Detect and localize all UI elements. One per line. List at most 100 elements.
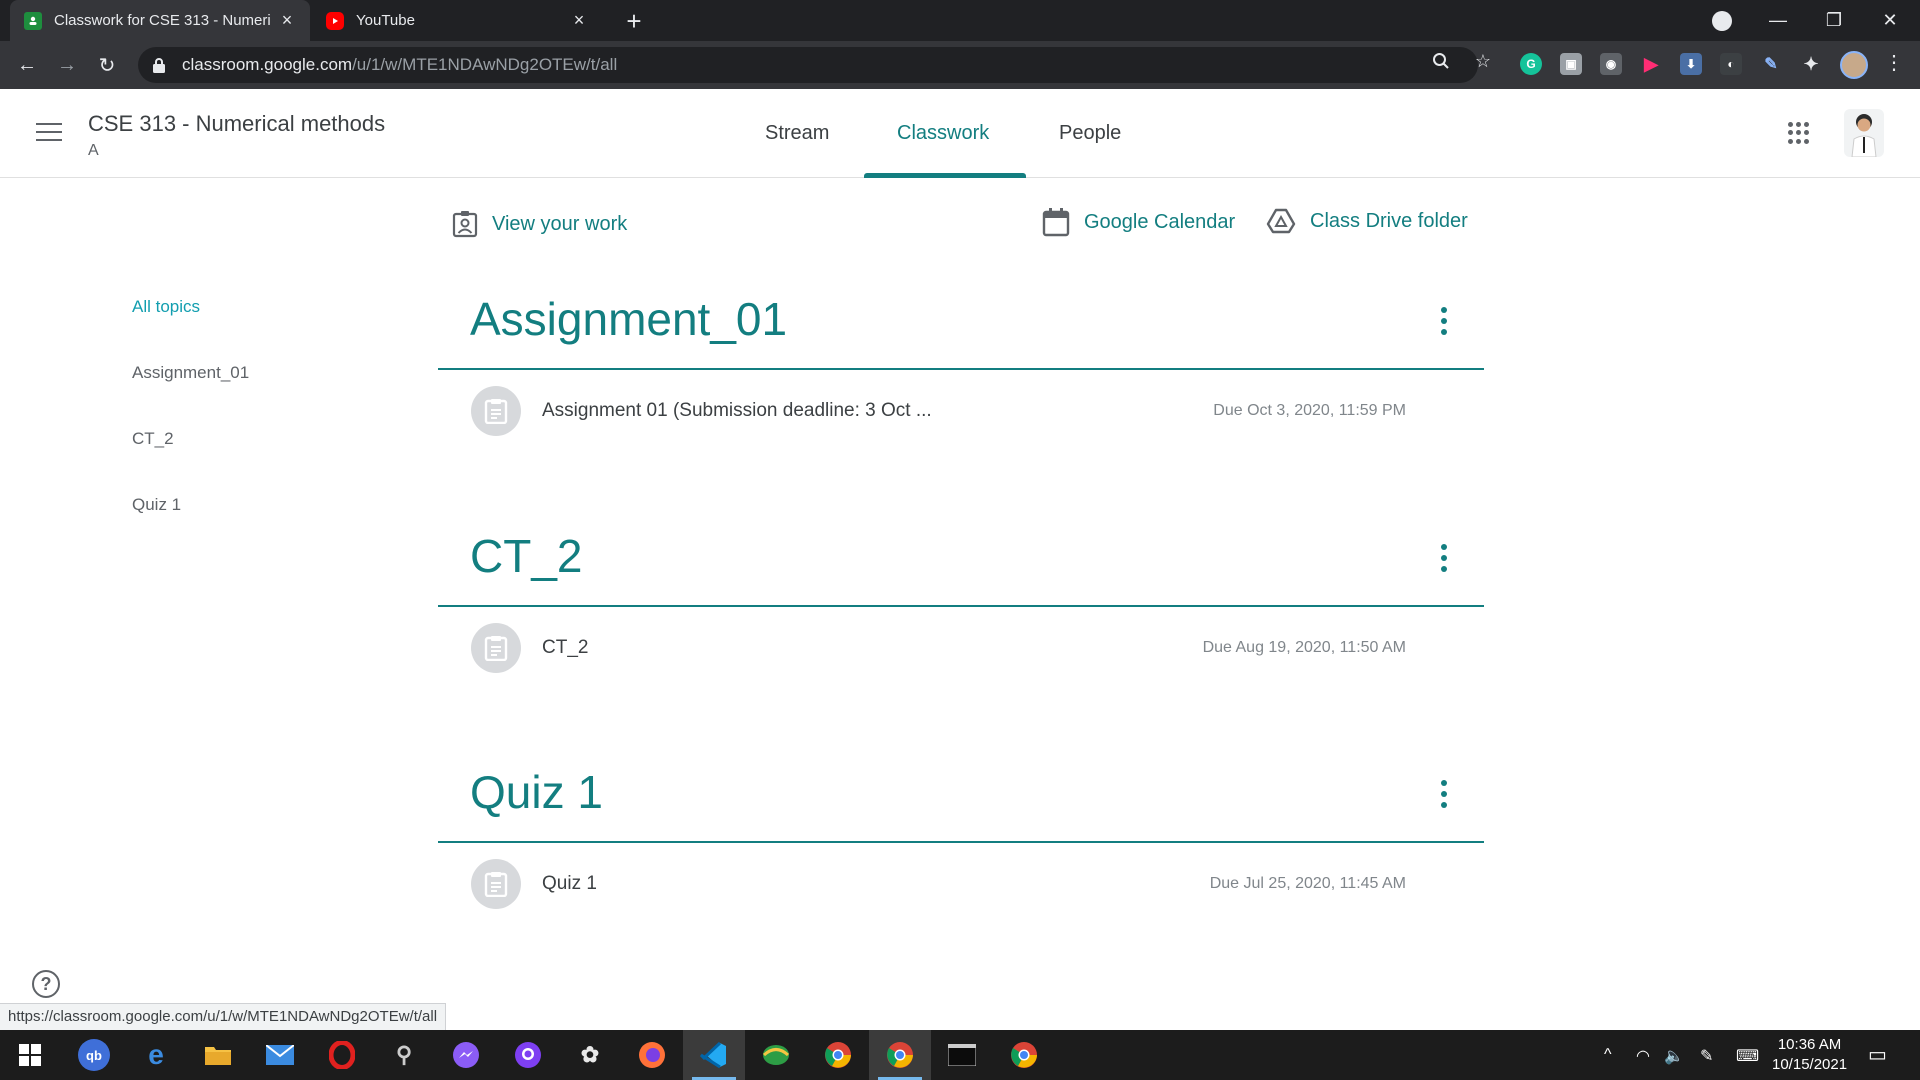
vscode-icon[interactable] — [698, 1039, 730, 1071]
new-tab-plus-icon[interactable]: + — [620, 8, 648, 36]
section-title[interactable]: Quiz 1 — [470, 765, 603, 819]
tab-classwork[interactable]: Classwork — [897, 122, 989, 145]
topic-quiz-1[interactable]: Quiz 1 — [132, 495, 181, 515]
google-apps-icon[interactable] — [1788, 122, 1810, 144]
close-tab-icon[interactable]: × — [278, 10, 296, 30]
main-menu-icon[interactable] — [36, 123, 62, 143]
tab-title: Classwork for CSE 313 - Numeric — [54, 12, 270, 29]
screenshot-extension-icon[interactable]: ▣ — [1560, 53, 1582, 75]
topic-all-topics[interactable]: All topics — [132, 297, 200, 317]
pen-workspace-icon[interactable]: ✎ — [1700, 1046, 1713, 1066]
download-extension-icon[interactable]: ⬇ — [1680, 53, 1702, 75]
topic-assignment-01[interactable]: Assignment_01 — [132, 363, 249, 383]
section-divider — [438, 841, 1484, 843]
extension-icon[interactable]: ◉ — [1600, 53, 1622, 75]
address-bar[interactable]: classroom.google.com/u/1/w/MTE1NDAwNDg2O… — [138, 47, 1478, 83]
edge-browser-icon[interactable]: e — [140, 1039, 172, 1071]
grammarly-icon[interactable]: G — [1520, 53, 1542, 75]
minimize-icon[interactable]: — — [1750, 0, 1806, 41]
item-due-date: Due Aug 19, 2020, 11:50 AM — [1202, 639, 1406, 656]
assignment-ind-icon — [452, 211, 478, 238]
section-title[interactable]: Assignment_01 — [470, 292, 787, 346]
browser-profile-avatar[interactable] — [1840, 51, 1868, 79]
restore-icon[interactable]: ❐ — [1806, 0, 1862, 41]
paint-app-icon[interactable]: ✿ — [574, 1039, 606, 1071]
globe-app-icon[interactable] — [760, 1039, 792, 1071]
google-calendar-link[interactable]: Google Calendar — [1042, 207, 1235, 237]
messenger-icon[interactable] — [450, 1039, 482, 1071]
class-drive-folder-label: Class Drive folder — [1310, 209, 1468, 232]
more-options-icon[interactable] — [1438, 780, 1450, 808]
clock-date: 10/15/2021 — [1772, 1056, 1848, 1073]
terminal-icon[interactable] — [946, 1039, 978, 1071]
tab-youtube[interactable]: YouTube × — [312, 0, 602, 41]
classroom-header: CSE 313 - Numerical methods A Stream Cla… — [0, 89, 1920, 178]
windows-start-icon[interactable] — [14, 1039, 46, 1071]
section-divider — [438, 605, 1484, 607]
touch-keyboard-icon[interactable]: ⌨ — [1736, 1046, 1759, 1066]
network-icon[interactable]: ◠ — [1636, 1046, 1650, 1066]
lock-icon — [153, 58, 165, 73]
link-status-bubble: https://classroom.google.com/u/1/w/MTE1N… — [0, 1003, 447, 1031]
youtube-favicon-icon — [326, 11, 344, 30]
browser-menu-icon[interactable]: ⋮ — [1884, 53, 1904, 73]
help-icon[interactable]: ? — [32, 970, 60, 998]
quickbooks-icon[interactable]: qb — [78, 1039, 110, 1071]
forward-arrow-icon[interactable]: → — [52, 50, 82, 80]
active-tab-indicator — [864, 173, 1026, 178]
view-your-work-link[interactable]: View your work — [452, 210, 627, 238]
chrome-icon[interactable] — [884, 1039, 916, 1071]
item-due-date: Due Jul 25, 2020, 11:45 AM — [1209, 875, 1406, 892]
section-title[interactable]: CT_2 — [470, 529, 582, 583]
tab-stream[interactable]: Stream — [765, 122, 829, 145]
browser-tab-strip: Classwork for CSE 313 - Numeric × YouTub… — [0, 0, 1920, 41]
show-hidden-icons-icon[interactable]: ^ — [1604, 1046, 1612, 1064]
assignment-icon — [471, 623, 521, 673]
tab-search-icon[interactable] — [1712, 11, 1732, 31]
bookmark-star-icon[interactable]: ☆ — [1472, 50, 1494, 72]
user-avatar[interactable] — [1844, 109, 1884, 157]
extensions-puzzle-icon[interactable]: ✦ — [1800, 53, 1822, 75]
tab-classroom[interactable]: Classwork for CSE 313 - Numeric × — [10, 0, 310, 41]
item-title: Assignment 01 (Submission deadline: 3 Oc… — [542, 400, 932, 421]
course-section: A — [88, 142, 99, 159]
zoom-icon[interactable] — [1430, 50, 1452, 72]
window-close-icon[interactable]: ✕ — [1862, 0, 1918, 41]
pen-extension-icon[interactable]: ✎ — [1760, 53, 1782, 75]
section-divider — [438, 368, 1484, 370]
chrome-profile-icon[interactable] — [822, 1039, 854, 1071]
browser-toolbar: ← → ↻ classroom.google.com/u/1/w/MTE1NDA… — [0, 41, 1920, 89]
clock-time: 10:36 AM — [1777, 1036, 1842, 1053]
github-desktop-icon[interactable] — [512, 1039, 544, 1071]
firefox-icon[interactable] — [636, 1039, 668, 1071]
google-calendar-label: Google Calendar — [1084, 210, 1236, 233]
volume-icon[interactable]: 🔈 — [1664, 1046, 1684, 1066]
satellite-app-icon[interactable]: ⚲ — [388, 1039, 420, 1071]
system-clock[interactable]: 10:36 AM 10/15/2021 — [1772, 1035, 1847, 1075]
windows-taskbar: qb e ⚲ ✿ ^ ◠ 🔈 ✎ ⌨ 10:36 AM 10/15/2021 ▭ — [0, 1030, 1920, 1080]
reload-icon[interactable]: ↻ — [92, 50, 122, 80]
back-arrow-icon[interactable]: ← — [12, 50, 42, 80]
tab-title: YouTube — [356, 12, 415, 29]
extension-icon[interactable]: ◐ — [1720, 53, 1742, 75]
more-options-icon[interactable] — [1438, 307, 1450, 335]
assignment-icon — [471, 386, 521, 436]
more-options-icon[interactable] — [1438, 544, 1450, 572]
play-extension-icon[interactable]: ▶ — [1640, 53, 1662, 75]
drive-icon — [1266, 208, 1296, 234]
close-tab-icon[interactable]: × — [570, 10, 588, 30]
mail-icon[interactable] — [264, 1039, 296, 1071]
tab-people[interactable]: People — [1059, 122, 1121, 145]
class-drive-folder-link[interactable]: Class Drive folder — [1266, 207, 1468, 235]
topic-ct-2[interactable]: CT_2 — [132, 429, 174, 449]
file-explorer-icon[interactable] — [202, 1039, 234, 1071]
url-path: /u/1/w/MTE1NDAwNDg2OTEw/t/all — [352, 55, 618, 74]
chrome-canary-icon[interactable] — [1008, 1039, 1040, 1071]
opera-icon[interactable] — [326, 1039, 358, 1071]
item-title: Quiz 1 — [542, 873, 597, 894]
url-host: classroom.google.com — [182, 55, 353, 74]
item-title: CT_2 — [542, 637, 589, 658]
action-center-icon[interactable]: ▭ — [1868, 1042, 1887, 1067]
course-title[interactable]: CSE 313 - Numerical methods — [88, 111, 385, 137]
classroom-favicon-icon — [24, 11, 42, 30]
